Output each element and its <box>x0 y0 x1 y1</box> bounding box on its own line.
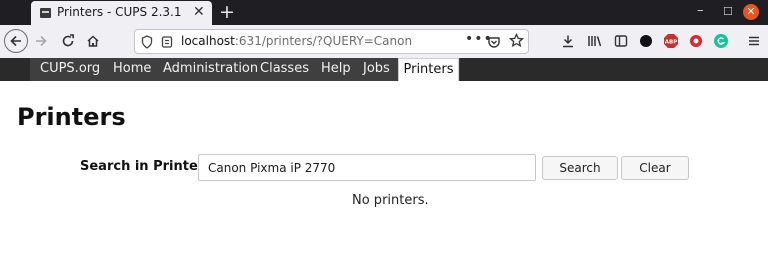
cups-menu: CUPS.org Home Administration Classes Hel… <box>30 58 460 81</box>
new-tab-icon[interactable]: + <box>219 1 235 23</box>
pocket-icon[interactable] <box>487 34 501 53</box>
back-arrow-icon[interactable] <box>4 29 28 53</box>
search-label: Search in Printers: <box>80 159 218 174</box>
url-text: localhost:631/printers/?QUERY=Canon <box>181 34 412 48</box>
menu-item-help[interactable]: Help <box>321 58 351 81</box>
bookmark-star-icon[interactable] <box>508 32 525 52</box>
menu-item-administration[interactable]: Administration <box>163 58 258 81</box>
menu-item-home[interactable]: Home <box>113 58 151 81</box>
clear-button[interactable]: Clear <box>621 156 689 180</box>
url-path: :631/printers/?QUERY=Canon <box>234 34 413 48</box>
forward-arrow-icon[interactable] <box>32 29 50 53</box>
cups-menu-bar: CUPS.org Home Administration Classes Hel… <box>0 58 768 81</box>
menu-item-cups-org[interactable]: CUPS.org <box>40 58 100 81</box>
hamburger-menu-icon[interactable] <box>744 31 764 51</box>
download-icon[interactable] <box>558 31 578 51</box>
maximize-window-icon[interactable]: ☐ <box>723 5 733 19</box>
page-info-icon[interactable] <box>161 34 173 53</box>
grammarly-icon[interactable] <box>711 31 731 51</box>
dark-circle-extension-icon[interactable] <box>636 31 656 51</box>
menu-item-classes[interactable]: Classes <box>260 58 309 81</box>
search-button[interactable]: Search <box>542 156 618 180</box>
cups-favicon-icon <box>40 8 51 18</box>
navigation-toolbar: localhost:631/printers/?QUERY=Canon ••• … <box>0 25 768 59</box>
library-icon[interactable] <box>585 31 605 51</box>
adblock-plus-icon[interactable]: ABP <box>661 31 681 51</box>
page-title: Printers <box>17 103 126 131</box>
minimize-window-icon[interactable]: – <box>697 4 704 18</box>
red-extension-icon[interactable] <box>686 31 706 51</box>
tab-title: Printers - CUPS 2.3.1 <box>57 5 182 19</box>
tab-strip: Printers - CUPS 2.3.1 ✕ + – ☐ ✕ <box>0 0 768 25</box>
search-input[interactable] <box>198 154 536 181</box>
reload-icon[interactable] <box>59 29 77 53</box>
status-message: No printers. <box>352 193 429 208</box>
svg-text:ABP: ABP <box>665 40 677 46</box>
menu-item-jobs[interactable]: Jobs <box>363 58 390 81</box>
url-host: localhost <box>181 34 235 48</box>
home-icon[interactable] <box>84 29 102 53</box>
address-bar[interactable]: localhost:631/printers/?QUERY=Canon ••• <box>134 29 529 54</box>
menu-item-printers[interactable]: Printers <box>398 58 459 81</box>
browser-tab[interactable]: Printers - CUPS 2.3.1 ✕ <box>31 1 212 25</box>
tracking-protection-shield-icon[interactable] <box>141 34 153 53</box>
close-window-icon[interactable]: ✕ <box>743 4 759 20</box>
sidebar-icon[interactable] <box>611 31 631 51</box>
close-tab-icon[interactable]: ✕ <box>193 4 205 20</box>
